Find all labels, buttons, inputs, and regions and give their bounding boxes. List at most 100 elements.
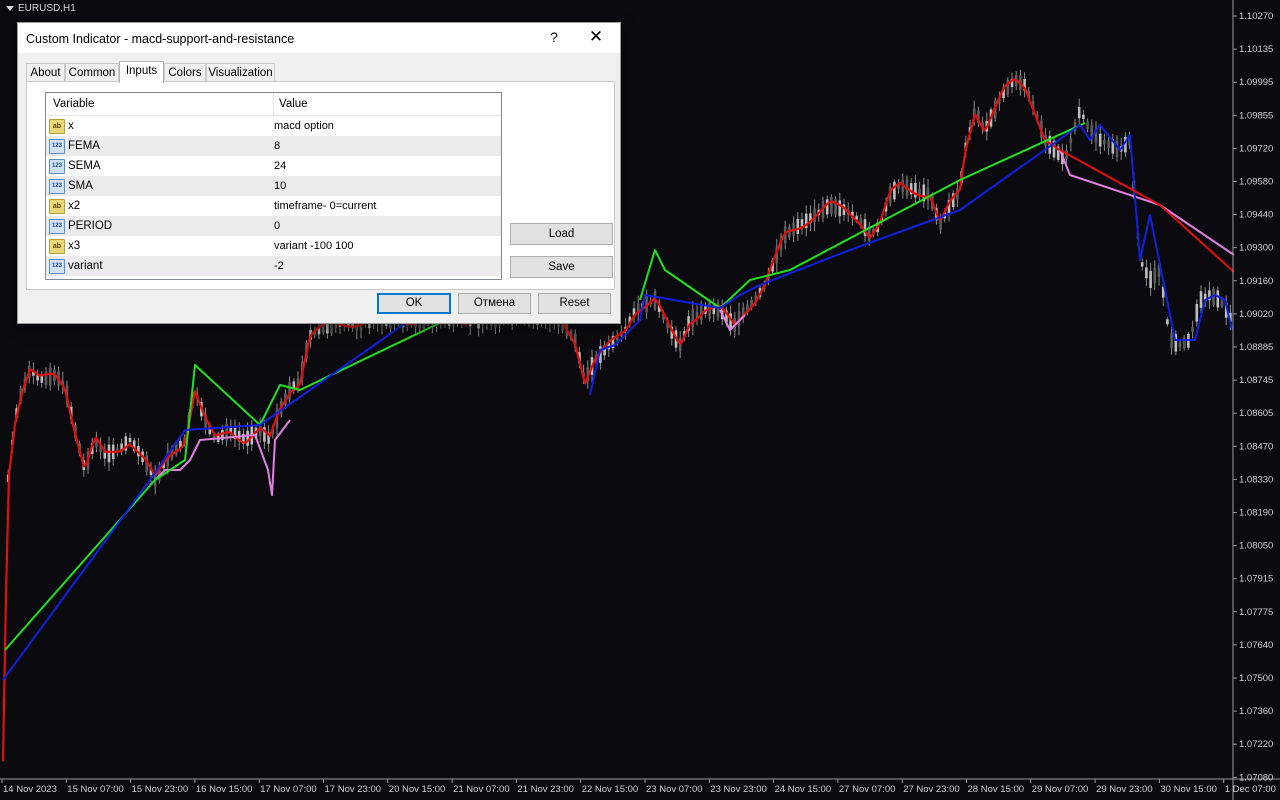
tab-common[interactable]: Common: [65, 63, 119, 82]
price-label: 1.07220: [1239, 739, 1273, 750]
time-label: 30 Nov 15:00: [1160, 784, 1217, 795]
candle-body: [40, 376, 44, 383]
param-row-variant[interactable]: 123 variant -2: [46, 256, 501, 276]
load-button[interactable]: Load: [510, 223, 613, 245]
param-name: SEMA: [68, 160, 101, 172]
price-label: 1.08745: [1239, 375, 1273, 386]
candle-body: [825, 199, 829, 215]
param-name: FEMA: [68, 140, 100, 152]
dialog-titlebar[interactable]: Custom Indicator - macd-support-and-resi…: [18, 23, 620, 53]
param-row-x[interactable]: ab x macd option: [46, 116, 501, 136]
number-type-icon: 123: [49, 139, 65, 154]
price-label: 1.08885: [1239, 342, 1273, 353]
string-type-icon: ab: [49, 199, 65, 214]
green-indicator-line-2: [639, 122, 1086, 309]
dropdown-triangle-icon[interactable]: [6, 5, 14, 11]
candle-body: [1149, 270, 1152, 288]
price-label: 1.08470: [1239, 441, 1273, 452]
number-type-icon: 123: [49, 219, 65, 234]
candle-body: [1153, 267, 1157, 283]
param-row-fema[interactable]: 123 FEMA 8: [46, 136, 501, 156]
candle-body: [838, 200, 842, 217]
column-header-value[interactable]: Value: [279, 98, 308, 110]
green-indicator-line: [4, 317, 451, 651]
time-label: 27 Nov 23:00: [903, 784, 960, 795]
candle-body: [1103, 140, 1106, 145]
param-row-x2[interactable]: ab x2 timeframe- 0=current: [46, 196, 501, 216]
param-row-period[interactable]: 123 PERIOD 0: [46, 216, 501, 236]
ok-button[interactable]: OK: [377, 293, 451, 314]
param-value[interactable]: 10: [274, 180, 286, 192]
candle-body: [1199, 291, 1203, 308]
candle-body: [1216, 290, 1220, 308]
candle-body: [893, 181, 896, 200]
price-label: 1.07080: [1239, 772, 1273, 783]
param-row-sema[interactable]: 123 SEMA 24: [46, 156, 501, 176]
time-label: 16 Nov 15:00: [196, 784, 253, 795]
column-header-variable[interactable]: Variable: [53, 98, 94, 110]
price-label: 1.09300: [1239, 243, 1273, 254]
tab-visualization[interactable]: Visualization: [206, 63, 275, 82]
param-name: variant: [68, 260, 103, 272]
candle-body: [1086, 121, 1089, 129]
inputs-panel: Variable Value ab x macd option 123 FEMA 8 123…: [26, 81, 615, 290]
param-value[interactable]: 24: [274, 160, 286, 172]
param-value[interactable]: timeframe- 0=current: [274, 200, 376, 212]
time-label: 14 Nov 2023: [3, 784, 57, 795]
tab-inputs[interactable]: Inputs: [119, 61, 164, 83]
param-value[interactable]: 0: [274, 220, 280, 232]
candle-body: [1195, 303, 1199, 322]
custom-indicator-dialog: Custom Indicator - macd-support-and-resi…: [17, 22, 621, 324]
time-label: 17 Nov 23:00: [325, 784, 382, 795]
param-value[interactable]: macd option: [274, 120, 334, 132]
param-value[interactable]: variant -100 100: [274, 240, 354, 252]
column-separator[interactable]: [273, 93, 274, 115]
cancel-button[interactable]: Отмена: [458, 293, 531, 314]
price-label: 1.07915: [1239, 574, 1273, 585]
time-label: 15 Nov 07:00: [67, 784, 124, 795]
param-name: SMA: [68, 180, 93, 192]
number-type-icon: 123: [49, 159, 65, 174]
price-label: 1.08605: [1239, 408, 1273, 419]
price-label: 1.09995: [1239, 77, 1273, 88]
candle-body: [107, 444, 111, 463]
violet-indicator-line-3: [1059, 149, 1235, 256]
param-value[interactable]: 8: [274, 140, 280, 152]
candle-body: [1069, 137, 1073, 144]
candle-body: [1140, 262, 1144, 267]
grid-header: Variable Value: [46, 93, 501, 116]
tab-about[interactable]: About: [26, 63, 65, 82]
price-label: 1.08050: [1239, 541, 1273, 552]
time-label: 29 Nov 23:00: [1096, 784, 1153, 795]
time-label: 22 Nov 15:00: [582, 784, 639, 795]
string-type-icon: ab: [49, 239, 65, 254]
param-name: x: [68, 120, 74, 132]
help-icon[interactable]: ?: [546, 29, 562, 45]
dialog-title: Custom Indicator - macd-support-and-resi…: [26, 32, 295, 46]
candle-body: [48, 367, 52, 386]
time-label: 27 Nov 07:00: [839, 784, 896, 795]
param-name: x3: [68, 240, 81, 252]
param-row-sma[interactable]: 123 SMA 10: [46, 176, 501, 196]
candle-body: [1220, 300, 1224, 307]
candle-body: [1107, 140, 1110, 149]
param-value[interactable]: -2: [274, 260, 284, 272]
blue-indicator-line-2: [589, 124, 1233, 396]
price-label: 1.09160: [1239, 276, 1273, 287]
reset-button[interactable]: Reset: [538, 293, 611, 314]
time-label: 23 Nov 07:00: [646, 784, 703, 795]
time-label: 21 Nov 07:00: [453, 784, 510, 795]
param-row-x3[interactable]: ab x3 variant -100 100: [46, 236, 501, 256]
price-label: 1.09440: [1239, 210, 1273, 221]
price-axis: 1.10270 1.10135 1.09995 1.09855 1.09720 1.095…: [1233, 11, 1273, 783]
time-label: 24 Nov 15:00: [775, 784, 832, 795]
save-button[interactable]: Save: [510, 256, 613, 278]
tab-colors[interactable]: Colors: [164, 63, 206, 82]
close-icon[interactable]: ✕: [586, 27, 606, 47]
candle-body: [1170, 333, 1173, 349]
price-label: 1.09720: [1239, 143, 1273, 154]
price-label: 1.10270: [1239, 11, 1273, 22]
candle-body: [926, 187, 930, 202]
param-name: x2: [68, 200, 81, 212]
parameters-grid: Variable Value ab x macd option 123 FEMA 8 123…: [45, 92, 502, 280]
